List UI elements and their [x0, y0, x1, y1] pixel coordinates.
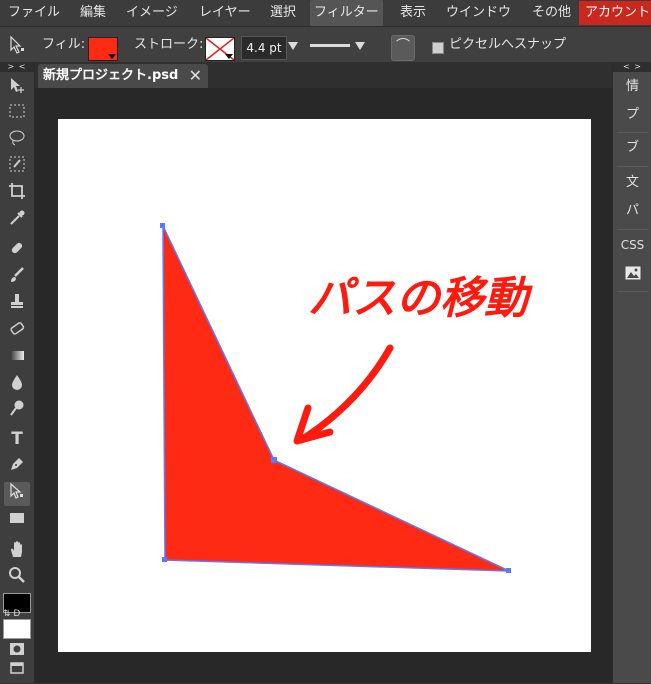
path-select-tool-icon: [8, 27, 28, 63]
type-tool-icon[interactable]: T: [4, 427, 30, 451]
shape-tool-icon[interactable]: [4, 509, 30, 533]
anchor-point[interactable]: [271, 457, 277, 463]
menu-bar: ファイル 編集 イメージ レイヤー 選択 フィルター 表示 ウインドウ その他 …: [0, 0, 651, 26]
dodge-tool-icon[interactable]: [4, 399, 30, 423]
crop-tool-icon[interactable]: [4, 182, 30, 206]
swap-colors-button[interactable]: ⇅ D: [3, 609, 20, 619]
menu-window[interactable]: ウインドウ: [446, 0, 511, 26]
background-color-swatch[interactable]: [3, 619, 31, 639]
image-icon: [625, 266, 640, 280]
options-bar: フィル: ストローク: 4.4 pt ⌒ ピクセルへスナップ: [0, 26, 651, 63]
right-panel: < > 情 プ ブ 文 パ CSS: [612, 62, 651, 683]
right-panel-collapse[interactable]: < >: [613, 62, 651, 72]
menu-file[interactable]: ファイル: [8, 0, 60, 26]
snap-label: ピクセルへスナップ: [449, 37, 567, 52]
stroke-label: ストローク:: [134, 37, 204, 52]
eyedropper-tool-icon[interactable]: [4, 209, 30, 233]
menu-more[interactable]: その他: [532, 0, 571, 26]
toolbar-collapse[interactable]: > <: [0, 62, 34, 72]
document-tab-title: 新規プロジェクト.psd: [43, 68, 179, 83]
canvas[interactable]: パスの移動: [58, 119, 591, 652]
document-area: 新規プロジェクト.psd ✕ パスの移動: [35, 62, 612, 683]
healing-brush-tool-icon[interactable]: [4, 239, 30, 263]
menu-filter[interactable]: フィルター: [310, 0, 383, 26]
stroke-color-swatch[interactable]: [205, 37, 235, 61]
panel-css-tab[interactable]: CSS: [613, 230, 651, 260]
snap-checkbox[interactable]: [432, 42, 444, 54]
canvas-viewport[interactable]: パスの移動: [35, 88, 612, 683]
panel-brush-tab[interactable]: ブ: [613, 133, 651, 163]
document-tab[interactable]: 新規プロジェクト.psd ✕: [38, 64, 208, 88]
path-select-tool-icon-active[interactable]: [4, 482, 30, 506]
lasso-tool-icon[interactable]: [4, 129, 30, 153]
panel-info-tab[interactable]: 情: [613, 72, 651, 102]
annotation-text: パスの移動: [308, 273, 533, 324]
hand-tool-icon[interactable]: [4, 540, 30, 564]
anchor-point[interactable]: [160, 223, 165, 228]
annotation-arrow-icon: [293, 344, 394, 445]
menu-layer[interactable]: レイヤー: [199, 0, 251, 26]
document-tab-strip: 新規プロジェクト.psd ✕: [35, 62, 612, 88]
menu-image[interactable]: イメージ: [126, 0, 178, 26]
menu-edit[interactable]: 編集: [80, 0, 106, 26]
line-style-selector[interactable]: [310, 44, 350, 47]
quick-select-tool-icon[interactable]: [4, 155, 30, 179]
pen-tool-icon[interactable]: [4, 455, 30, 479]
stroke-width-field[interactable]: 4.4 pt: [241, 36, 287, 60]
panel-image-tab[interactable]: [613, 258, 651, 288]
panel-paragraph-tab[interactable]: パ: [613, 196, 651, 226]
move-tool-icon[interactable]: [4, 76, 30, 100]
stamp-tool-icon[interactable]: [4, 292, 30, 316]
gradient-tool-icon[interactable]: [4, 346, 30, 370]
fill-color-swatch[interactable]: [88, 37, 118, 61]
account-button[interactable]: アカウント: [579, 1, 651, 25]
fill-label: フィル:: [42, 37, 86, 52]
anchor-point[interactable]: [162, 557, 167, 562]
anchor-point[interactable]: [506, 568, 511, 573]
stroke-width-dropdown-icon[interactable]: [288, 42, 298, 50]
brush-tool-icon[interactable]: [4, 266, 30, 290]
blur-tool-icon[interactable]: [4, 373, 30, 397]
panel-character-tab[interactable]: 文: [613, 168, 651, 198]
marquee-tool-icon[interactable]: [4, 102, 30, 126]
zoom-tool-icon[interactable]: [4, 566, 30, 590]
close-icon[interactable]: ✕: [189, 64, 202, 88]
menu-view[interactable]: 表示: [400, 0, 426, 26]
corner-style-button[interactable]: ⌒: [391, 35, 415, 61]
tool-bar: > < T ⇅ D: [0, 62, 35, 683]
eraser-tool-icon[interactable]: [4, 319, 30, 343]
menu-select[interactable]: 選択: [270, 0, 296, 26]
screen-mode-icon[interactable]: [4, 660, 30, 684]
line-style-dropdown-icon[interactable]: [355, 42, 365, 50]
panel-properties-tab[interactable]: プ: [613, 100, 651, 130]
